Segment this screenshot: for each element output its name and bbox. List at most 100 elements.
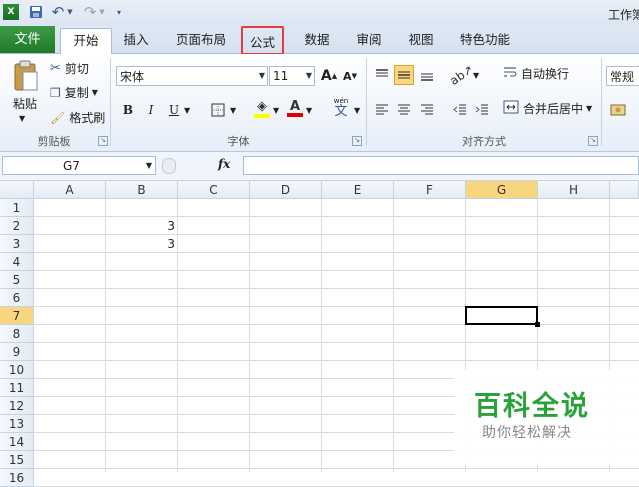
group-divider bbox=[601, 58, 602, 146]
column-header-partial[interactable] bbox=[610, 181, 639, 199]
row-header-13[interactable]: 13 bbox=[0, 415, 34, 433]
column-header-g[interactable]: G bbox=[466, 181, 538, 199]
column-header-b[interactable]: B bbox=[106, 181, 178, 199]
undo-dropdown-icon[interactable]: ▼ bbox=[66, 4, 74, 20]
font-color-icon[interactable]: A bbox=[285, 98, 305, 118]
fill-color-dropdown-icon[interactable]: ▼ bbox=[273, 106, 279, 115]
tab-review[interactable]: 审阅 bbox=[348, 28, 390, 52]
paste-dropdown-icon[interactable]: ▼ bbox=[19, 114, 25, 123]
alignment-group-label: 对齐方式 bbox=[462, 135, 506, 148]
column-header-a[interactable]: A bbox=[34, 181, 106, 199]
paste-icon[interactable] bbox=[10, 58, 42, 94]
select-all-corner[interactable] bbox=[0, 181, 34, 199]
redo-dropdown-icon[interactable]: ▼ bbox=[98, 4, 106, 20]
underline-button[interactable]: U bbox=[164, 100, 184, 120]
gridline-horizontal bbox=[34, 270, 639, 271]
format-painter-button[interactable]: 🖌 格式刷 bbox=[50, 109, 105, 126]
excel-logo-icon: X bbox=[3, 4, 19, 20]
alignment-launcher-icon[interactable]: ↘ bbox=[588, 136, 598, 146]
row-header-2[interactable]: 2 bbox=[0, 217, 34, 235]
tab-special-features[interactable]: 特色功能 bbox=[452, 28, 518, 52]
borders-dropdown-icon[interactable]: ▼ bbox=[230, 106, 236, 115]
row-header-12[interactable]: 12 bbox=[0, 397, 34, 415]
font-color-dropdown-icon[interactable]: ▼ bbox=[306, 106, 312, 115]
row-header-10[interactable]: 10 bbox=[0, 361, 34, 379]
clipboard-launcher-icon[interactable]: ↘ bbox=[98, 136, 108, 146]
customize-toolbar-icon[interactable]: ▾ bbox=[113, 4, 125, 20]
insert-function-button[interactable]: fx bbox=[218, 157, 230, 171]
merge-center-button[interactable]: 合并后居中 ▼ bbox=[503, 100, 592, 117]
copy-button[interactable]: ❐ 复制 ▼ bbox=[50, 84, 98, 101]
row-header-8[interactable]: 8 bbox=[0, 325, 34, 343]
tab-insert[interactable]: 插入 bbox=[115, 28, 157, 52]
underline-dropdown-icon[interactable]: ▼ bbox=[184, 106, 190, 115]
number-format-select[interactable]: 常规 bbox=[606, 66, 639, 86]
tab-formulas[interactable]: 公式 bbox=[241, 26, 284, 55]
font-name-select[interactable]: 宋体 ▼ bbox=[116, 66, 268, 86]
italic-button[interactable]: I bbox=[141, 100, 161, 120]
collapse-handle-icon[interactable] bbox=[162, 158, 176, 174]
row-header-7[interactable]: 7 bbox=[0, 307, 34, 325]
row-header-15[interactable]: 15 bbox=[0, 451, 34, 469]
gridline-horizontal bbox=[34, 288, 639, 289]
shrink-font-button[interactable]: A ▼ bbox=[340, 66, 360, 86]
column-header-e[interactable]: E bbox=[322, 181, 394, 199]
increase-indent-icon[interactable] bbox=[472, 100, 492, 120]
cell-b2[interactable]: 3 bbox=[106, 217, 178, 235]
row-header-9[interactable]: 9 bbox=[0, 343, 34, 361]
align-top-icon[interactable] bbox=[372, 65, 392, 85]
align-middle-icon[interactable] bbox=[394, 65, 414, 85]
copy-dropdown-icon[interactable]: ▼ bbox=[92, 88, 98, 97]
cell-b3[interactable]: 3 bbox=[106, 235, 178, 253]
tab-file[interactable]: 文件 bbox=[0, 26, 55, 53]
gridline-horizontal bbox=[34, 468, 639, 469]
font-launcher-icon[interactable]: ↘ bbox=[352, 136, 362, 146]
row-header-3[interactable]: 3 bbox=[0, 235, 34, 253]
phonetic-dropdown-icon[interactable]: ▼ bbox=[354, 106, 360, 115]
row-header-6[interactable]: 6 bbox=[0, 289, 34, 307]
row-header-1[interactable]: 1 bbox=[0, 199, 34, 217]
ribbon-tabs: 文件 开始 插入 页面布局 公式 数据 审阅 视图 特色功能 bbox=[0, 26, 639, 55]
active-cell-outline[interactable] bbox=[465, 306, 538, 325]
decrease-indent-icon[interactable] bbox=[450, 100, 470, 120]
formula-input[interactable] bbox=[243, 156, 639, 175]
align-bottom-icon[interactable] bbox=[417, 65, 437, 85]
fill-color-icon[interactable]: ◈ bbox=[252, 98, 272, 118]
tab-page-layout[interactable]: 页面布局 bbox=[168, 28, 234, 52]
tab-data[interactable]: 数据 bbox=[296, 28, 338, 52]
quick-access-toolbar: X ↶ ▼ ↷ ▼ ▾ 工作簿 bbox=[0, 0, 639, 26]
row-header-4[interactable]: 4 bbox=[0, 253, 34, 271]
column-header-d[interactable]: D bbox=[250, 181, 322, 199]
tab-view[interactable]: 视图 bbox=[400, 28, 442, 52]
row-header-11[interactable]: 11 bbox=[0, 379, 34, 397]
orientation-dropdown-icon[interactable]: ▼ bbox=[473, 71, 479, 80]
format-painter-icon: 🖌 bbox=[50, 110, 66, 125]
align-right-icon[interactable] bbox=[417, 100, 437, 120]
row-header-14[interactable]: 14 bbox=[0, 433, 34, 451]
accounting-format-icon[interactable] bbox=[608, 100, 628, 120]
wrap-text-button[interactable]: 自动换行 bbox=[503, 65, 569, 82]
merge-dropdown-icon[interactable]: ▼ bbox=[586, 104, 592, 113]
undo-icon[interactable]: ↶ bbox=[50, 3, 66, 21]
row-header-5[interactable]: 5 bbox=[0, 271, 34, 289]
borders-icon[interactable] bbox=[208, 100, 228, 120]
orientation-icon[interactable]: ab↗ bbox=[448, 62, 477, 88]
cut-button[interactable]: ✂ 剪切 bbox=[50, 60, 89, 77]
scissors-icon: ✂ bbox=[50, 61, 61, 76]
align-center-icon[interactable] bbox=[394, 100, 414, 120]
gridline-horizontal bbox=[34, 306, 639, 307]
bold-button[interactable]: B bbox=[118, 100, 138, 120]
column-header-f[interactable]: F bbox=[394, 181, 466, 199]
phonetic-guide-icon[interactable]: wén 文 bbox=[328, 97, 354, 119]
column-header-h[interactable]: H bbox=[538, 181, 610, 199]
column-header-c[interactable]: C bbox=[178, 181, 250, 199]
tab-home[interactable]: 开始 bbox=[60, 28, 112, 54]
font-size-select[interactable]: 11 ▼ bbox=[269, 66, 315, 86]
grow-font-button[interactable]: A ▲ bbox=[319, 66, 339, 86]
align-left-icon[interactable] bbox=[372, 100, 392, 120]
fill-handle[interactable] bbox=[535, 322, 540, 327]
redo-icon[interactable]: ↷ bbox=[82, 3, 98, 21]
name-box[interactable]: G7 ▼ bbox=[2, 156, 156, 175]
save-icon[interactable] bbox=[28, 4, 44, 20]
paste-button[interactable]: 粘贴 bbox=[9, 95, 41, 112]
